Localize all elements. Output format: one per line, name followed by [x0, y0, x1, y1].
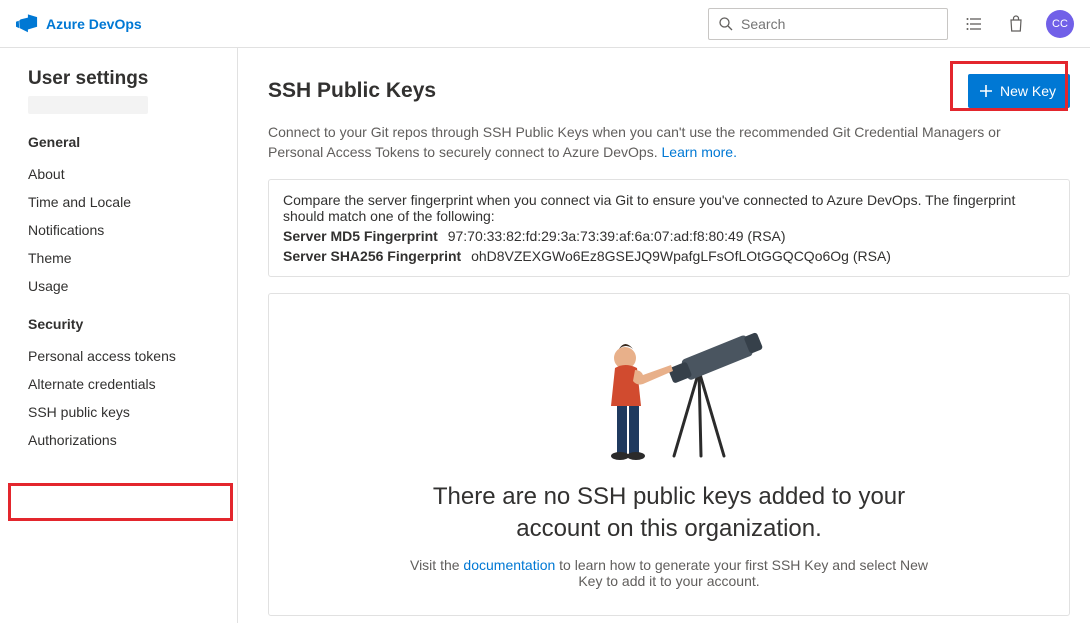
sidebar-item-ssh-keys[interactable]: SSH public keys: [28, 398, 237, 426]
sidebar-title: User settings: [28, 68, 237, 90]
sidebar-item-usage[interactable]: Usage: [28, 272, 237, 300]
description-text: Connect to your Git repos through SSH Pu…: [268, 124, 1001, 160]
search-input[interactable]: [741, 16, 939, 32]
page-title: SSH Public Keys: [268, 79, 436, 103]
username-placeholder: [28, 96, 148, 114]
new-key-label: New Key: [1000, 83, 1056, 99]
main-content: SSH Public Keys New Key Connect to your …: [238, 48, 1090, 623]
sidebar-item-pat[interactable]: Personal access tokens: [28, 342, 237, 370]
product-logo[interactable]: Azure DevOps: [16, 13, 142, 35]
empty-sub-post: to learn how to generate your first SSH …: [555, 557, 928, 589]
shopping-bag-icon: [1007, 15, 1025, 33]
plus-icon: [978, 83, 994, 99]
marketplace-button[interactable]: [1000, 8, 1032, 40]
sidebar-item-alt-creds[interactable]: Alternate credentials: [28, 370, 237, 398]
new-key-button[interactable]: New Key: [968, 74, 1070, 108]
azure-devops-icon: [16, 13, 38, 35]
user-avatar[interactable]: CC: [1046, 10, 1074, 38]
learn-more-link[interactable]: Learn more.: [662, 144, 737, 160]
global-header: Azure DevOps CC: [0, 0, 1090, 48]
empty-state-title: There are no SSH public keys added to yo…: [389, 481, 949, 546]
search-icon: [717, 15, 735, 33]
sidebar-item-about[interactable]: About: [28, 160, 237, 188]
fingerprint-intro: Compare the server fingerprint when you …: [283, 192, 1055, 224]
empty-state-card: There are no SSH public keys added to yo…: [268, 293, 1070, 617]
fingerprint-sha-row: Server SHA256 Fingerprint ohD8VZEXGWo6Ez…: [283, 248, 1055, 264]
fingerprint-md5-label: Server MD5 Fingerprint: [283, 228, 438, 244]
fingerprint-sha-value: ohD8VZEXGWo6Ez8GSEJQ9WpafgLFsOfLOtGGQCQo…: [471, 248, 891, 264]
sidebar-item-theme[interactable]: Theme: [28, 244, 237, 272]
search-box[interactable]: [708, 8, 948, 40]
empty-state-subtitle: Visit the documentation to learn how to …: [409, 557, 929, 589]
sidebar-item-time-locale[interactable]: Time and Locale: [28, 188, 237, 216]
empty-sub-pre: Visit the: [410, 557, 463, 573]
documentation-link[interactable]: documentation: [463, 557, 555, 573]
sidebar-item-notifications[interactable]: Notifications: [28, 216, 237, 244]
fingerprint-md5-value: 97:70:33:82:fd:29:3a:73:39:af:6a:07:ad:f…: [448, 228, 786, 244]
fingerprint-sha-label: Server SHA256 Fingerprint: [283, 248, 461, 264]
product-name: Azure DevOps: [46, 16, 142, 32]
telescope-illustration: [569, 316, 769, 466]
sidebar-section-security: Security: [28, 316, 237, 332]
settings-sidebar: User settings General About Time and Loc…: [0, 48, 238, 623]
list-icon: [965, 15, 983, 33]
sidebar-item-authorizations[interactable]: Authorizations: [28, 426, 237, 454]
sidebar-section-general: General: [28, 134, 237, 150]
fingerprint-md5-row: Server MD5 Fingerprint 97:70:33:82:fd:29…: [283, 228, 1055, 244]
page-description: Connect to your Git repos through SSH Pu…: [268, 122, 1048, 163]
fingerprint-card: Compare the server fingerprint when you …: [268, 179, 1070, 277]
list-view-button[interactable]: [958, 8, 990, 40]
